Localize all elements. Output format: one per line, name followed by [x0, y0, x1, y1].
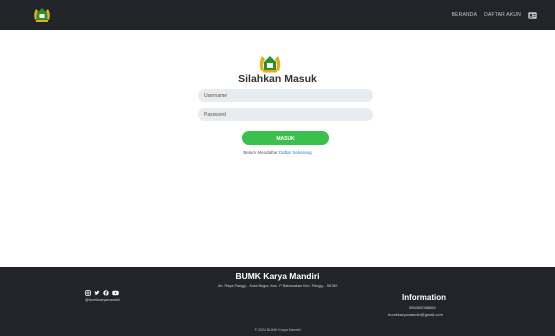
copyright: © 2024 BUMK Karya Mandiri	[254, 328, 301, 332]
login-title: Silahkan Masuk	[238, 73, 317, 85]
register-prompt: Belum Mendaftar Daftar Sekarang	[0, 150, 555, 155]
youtube-icon[interactable]	[112, 290, 119, 296]
register-prefix: Belum Mendaftar	[243, 150, 279, 155]
social-links	[85, 290, 119, 296]
navbar: BERANDA DAFTAR AKUN	[0, 0, 555, 30]
login-section: Silahkan Masuk MASUK Belum Mendaftar Daf…	[0, 30, 555, 267]
username-input[interactable]	[198, 89, 373, 102]
bumk-logo[interactable]	[32, 5, 52, 25]
social-handle[interactable]: @bumkkaryamandiri	[85, 298, 120, 302]
footer-title: BUMK Karya Mandiri	[235, 271, 320, 281]
footer-address: Jln. Raya Pangg... Kota Bogor, Kec. P Ba…	[217, 284, 338, 288]
nav-daftar-akun[interactable]: DAFTAR AKUN	[484, 12, 521, 18]
footer: BUMK Karya Mandiri Jln. Raya Pangg... Ko…	[0, 267, 555, 336]
info-email[interactable]: bumkkaryamandiri@gmail.com	[388, 312, 443, 317]
info-phone: 085360058860	[409, 305, 436, 310]
nav-beranda[interactable]: BERANDA	[452, 12, 478, 18]
password-input[interactable]	[198, 108, 373, 121]
twitter-icon[interactable]	[94, 290, 100, 296]
id-card-icon[interactable]	[528, 11, 537, 19]
register-link[interactable]: Daftar Sekarang	[279, 150, 312, 155]
facebook-icon[interactable]	[103, 290, 109, 296]
instagram-icon[interactable]	[85, 290, 91, 296]
login-button[interactable]: MASUK	[242, 131, 329, 145]
nav-links: BERANDA DAFTAR AKUN	[452, 0, 537, 30]
info-title: Information	[402, 293, 446, 302]
